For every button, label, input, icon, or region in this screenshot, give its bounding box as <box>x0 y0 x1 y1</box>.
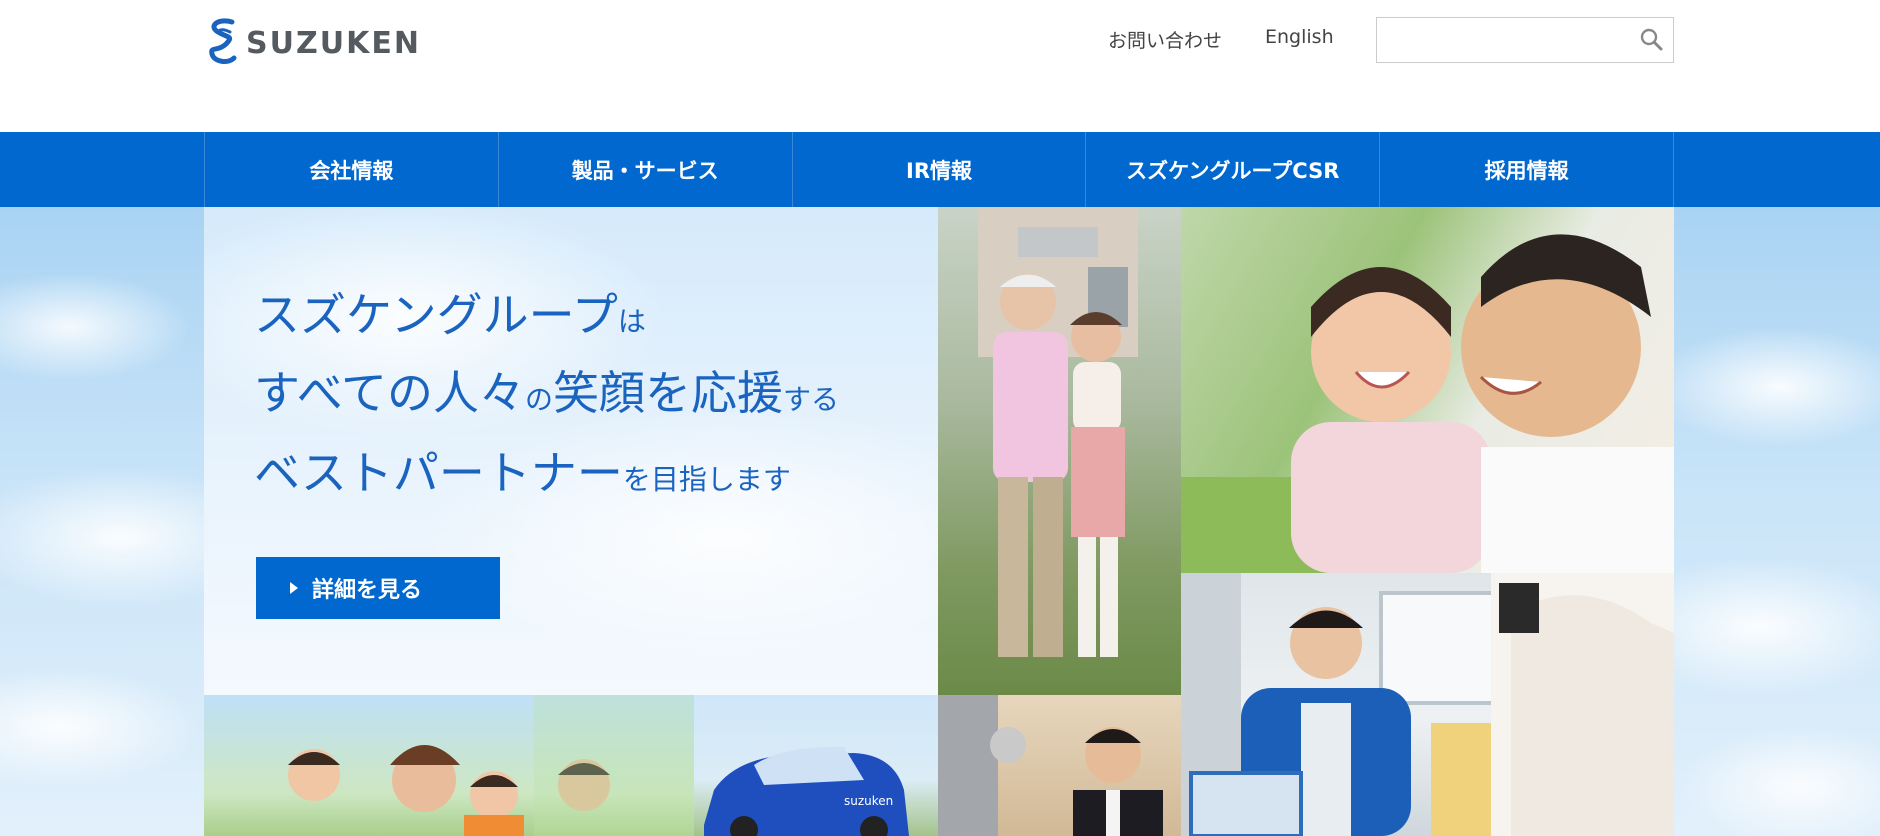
photo-girl-and-father <box>1181 207 1674 573</box>
hero-headline-line1: スズケングループは <box>254 288 646 342</box>
logo-text: SUZUKEN <box>246 25 421 61</box>
nav-item-ir[interactable]: IR情報 <box>793 132 1087 207</box>
contact-link[interactable]: お問い合わせ <box>1108 26 1222 53</box>
global-nav: 会社情報 製品・サービス IR情報 スズケングループCSR 採用情報 <box>0 132 1880 207</box>
photo-delivery-car: suzuken <box>694 695 938 836</box>
site-header: SUZUKEN お問い合わせ English <box>0 0 1880 132</box>
hero-headline-line3: ベストパートナーを目指します <box>254 446 791 500</box>
nav-item-products[interactable]: 製品・サービス <box>499 132 793 207</box>
search-box <box>1376 17 1674 63</box>
search-input[interactable] <box>1377 18 1627 62</box>
arrow-right-icon <box>290 582 298 594</box>
view-details-label: 詳細を見る <box>312 578 423 603</box>
search-icon <box>1640 28 1663 50</box>
english-link[interactable]: English <box>1265 26 1334 48</box>
suzuken-logo[interactable]: SUZUKEN <box>204 16 421 70</box>
photo-family <box>204 695 694 836</box>
view-details-button[interactable]: 詳細を見る <box>256 557 500 619</box>
logo-mark-icon <box>209 18 237 64</box>
hero-section: スズケングループは すべての人々の笑顔を応援する ベストパートナーを目指します … <box>0 207 1880 836</box>
photo-elderly-couple <box>938 207 1181 695</box>
nav-item-recruit[interactable]: 採用情報 <box>1380 132 1674 207</box>
svg-text:suzuken: suzuken <box>844 794 893 808</box>
photo-office-meeting <box>938 695 1181 836</box>
nav-item-csr[interactable]: スズケングループCSR <box>1086 132 1381 207</box>
hero-headline-line2: すべての人々の笑顔を応援する <box>254 366 839 420</box>
nav-item-company[interactable]: 会社情報 <box>205 132 499 207</box>
search-button[interactable] <box>1635 24 1667 56</box>
hero-copy-panel: スズケングループは すべての人々の笑顔を応援する ベストパートナーを目指します … <box>204 207 938 695</box>
photo-pharmacy-delivery <box>1181 573 1674 836</box>
